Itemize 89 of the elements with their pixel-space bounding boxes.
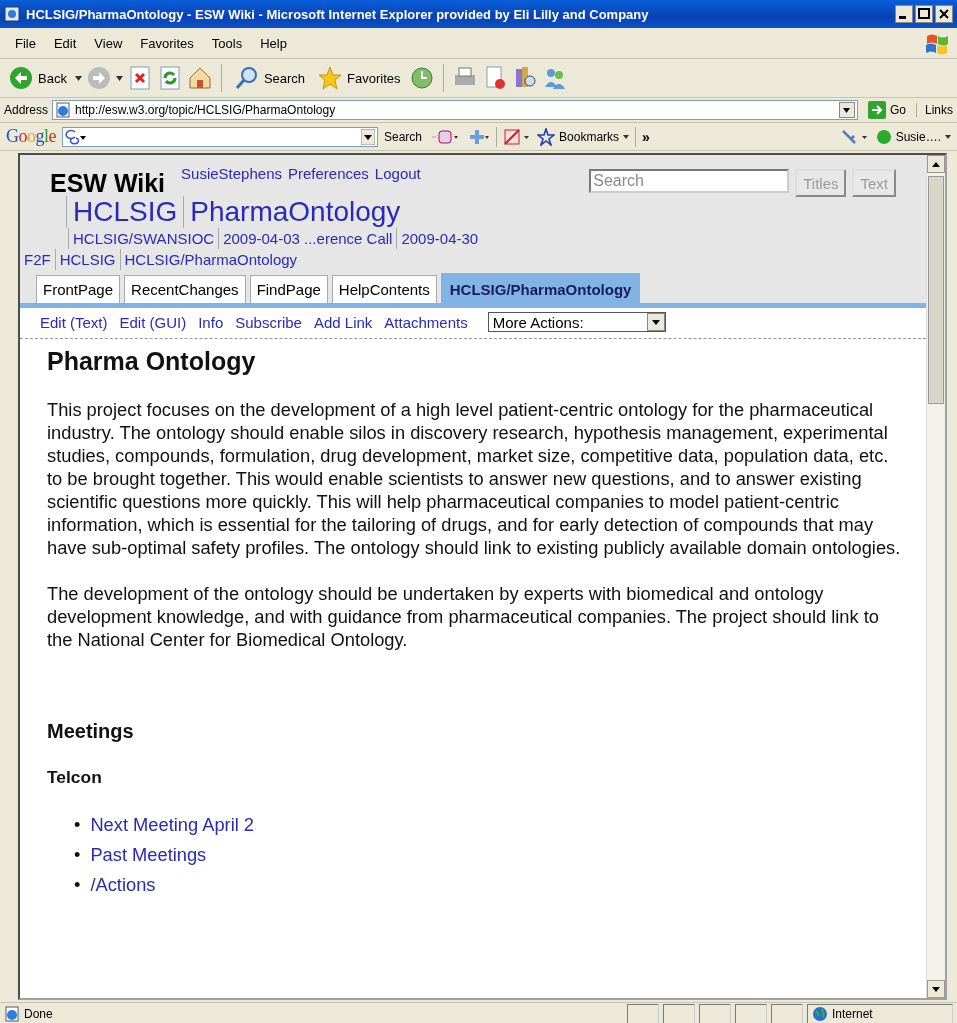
maximize-icon[interactable] <box>915 5 933 23</box>
trail-link[interactable]: 2009-04-30 <box>396 228 483 249</box>
popup-blocker-icon[interactable] <box>503 127 532 146</box>
action-link[interactable]: Subscribe <box>235 313 302 331</box>
menu-item[interactable]: Favorites <box>131 35 203 51</box>
trail-link[interactable]: 2009-04-03 ...erence Call <box>218 228 397 249</box>
down-arrow-icon <box>932 986 940 992</box>
scrollbar-thumb[interactable] <box>928 176 944 404</box>
g-icon <box>65 128 87 145</box>
user-link[interactable]: Logout <box>374 165 421 182</box>
status-panel <box>771 1004 803 1023</box>
page-icon <box>55 102 72 118</box>
action-link[interactable]: Info <box>198 313 224 331</box>
address-field[interactable]: http://esw.w3.org/topic/HCLSIG/PharmaOntology <box>52 100 858 120</box>
google-search-field[interactable] <box>62 126 378 147</box>
menu-item[interactable]: File <box>6 35 45 51</box>
search-field[interactable]: Search <box>589 169 790 193</box>
nav-tab[interactable]: RecentChanges <box>124 275 246 303</box>
star-outline-icon <box>537 127 556 146</box>
trail-link[interactable]: F2F <box>24 249 55 270</box>
dropdown-caret-icon <box>623 134 630 139</box>
address-label: Address <box>4 103 49 117</box>
up-arrow-icon <box>932 161 940 167</box>
status-panel <box>735 1004 767 1023</box>
window-title: HCLSIG/PharmaOntology - ESW Wiki - Microsoft Internet Explorer provided by Eli Lilly and Company <box>26 6 650 22</box>
go-button[interactable]: Go <box>861 101 912 119</box>
site-logo[interactable]: ESW Wiki <box>50 169 166 198</box>
nav-tab[interactable]: FrontPage <box>36 275 121 303</box>
dropdown-caret-icon <box>651 319 660 325</box>
page-heading: Pharma Ontology <box>47 347 257 376</box>
trail-link[interactable]: HCLSIG/PharmaOntology <box>119 249 302 270</box>
trail-link[interactable]: HCLSIG <box>54 249 120 270</box>
body-paragraph: The development of the ontology should be undertaken by experts with biomedical and ontology development knowledge, and with guidance from pharmaceutical companies. The project should link to the National Center for Biomedical Ontology. <box>47 582 880 651</box>
subsection-heading: Telcon <box>47 767 103 788</box>
home-icon[interactable] <box>186 65 213 91</box>
menu-item[interactable]: Edit <box>44 35 86 51</box>
close-icon[interactable] <box>935 5 953 23</box>
window-icon <box>4 6 20 22</box>
actions-dropdown[interactable]: More Actions: <box>487 312 666 332</box>
menu-item[interactable]: Help <box>251 35 296 51</box>
action-link[interactable]: Edit (Text) <box>40 313 108 331</box>
body-paragraph: This project focuses on the development of a high level patient-centric ontology for the pharmaceutical industry. The ontology should enable silos in discovery research, hypothesis management, experimental studies, compounds, formulation, drug development, market size, competitive data, population data, etc. to be brought together. This would enable scientists to answer new questions, and to answer existing scientific questions more quickly. This will help pharmaceutical companies to model patient-centric information, which is essential for the tailoring of drugs, and for early detection of compounds that may have sub-optimal safety profiles. The ontology should link to existing publicly available domain ontologies. <box>47 398 902 559</box>
star-icon <box>317 65 344 91</box>
back-button[interactable]: Back <box>4 63 71 93</box>
dropdown-caret-icon[interactable] <box>843 107 851 113</box>
meeting-link[interactable]: Past Meetings <box>90 840 207 870</box>
status-panel <box>699 1004 731 1023</box>
dropdown-caret-icon <box>945 134 951 139</box>
menu-item[interactable]: View <box>85 35 132 51</box>
more-button[interactable]: » <box>642 128 650 145</box>
search-button[interactable]: Search <box>229 63 310 93</box>
section-heading: Meetings <box>47 720 135 743</box>
action-link[interactable]: Edit (GUI) <box>119 313 187 331</box>
bullet: • <box>74 843 81 867</box>
bookmarks-button[interactable]: Bookmarks <box>537 127 630 146</box>
action-link[interactable]: Add Link <box>313 313 373 331</box>
links-button[interactable]: Links <box>916 103 953 117</box>
bullet: • <box>74 873 81 897</box>
page-title-link[interactable]: HCLSIG <box>66 196 184 228</box>
nav-tab[interactable]: HelpContents <box>331 275 437 303</box>
page-title-link[interactable]: PharmaOntology <box>183 196 407 228</box>
status-dot-icon <box>875 128 892 145</box>
user-link[interactable]: Preferences <box>288 165 369 182</box>
user-link[interactable]: SusieStephens <box>181 165 282 182</box>
dropdown-caret-icon[interactable] <box>361 128 375 145</box>
globe-icon <box>812 1006 828 1022</box>
action-link[interactable]: Attachments <box>384 313 468 331</box>
history-icon[interactable] <box>408 65 435 91</box>
status-panel <box>663 1004 695 1023</box>
status-panel <box>627 1004 659 1023</box>
search-button[interactable]: Search <box>384 129 423 144</box>
dropdown-caret-icon[interactable] <box>74 75 82 81</box>
meeting-link[interactable]: Next Meeting April 2 <box>90 810 254 840</box>
zone-text: Internet <box>832 1007 873 1021</box>
trail-link[interactable]: HCLSIG/SWANSIOC <box>68 228 219 249</box>
meeting-link[interactable]: /Actions <box>90 870 156 900</box>
search-icon <box>233 65 260 91</box>
nav-tab[interactable]: HCLSIG/PharmaOntology <box>440 273 641 303</box>
scrollbar[interactable] <box>926 155 945 998</box>
favorites-button[interactable]: Favorites <box>313 63 405 93</box>
dropdown-caret-icon[interactable] <box>115 75 123 81</box>
account-button[interactable]: Susie…. <box>875 128 951 145</box>
bullet: • <box>74 813 81 837</box>
nav-tab[interactable]: FindPage <box>249 275 328 303</box>
page-icon <box>4 1006 20 1022</box>
google-logo: Google <box>6 126 56 147</box>
status-text: Done <box>24 1007 53 1021</box>
menu-item[interactable]: Tools <box>202 35 252 51</box>
minimize-icon[interactable] <box>895 5 913 23</box>
